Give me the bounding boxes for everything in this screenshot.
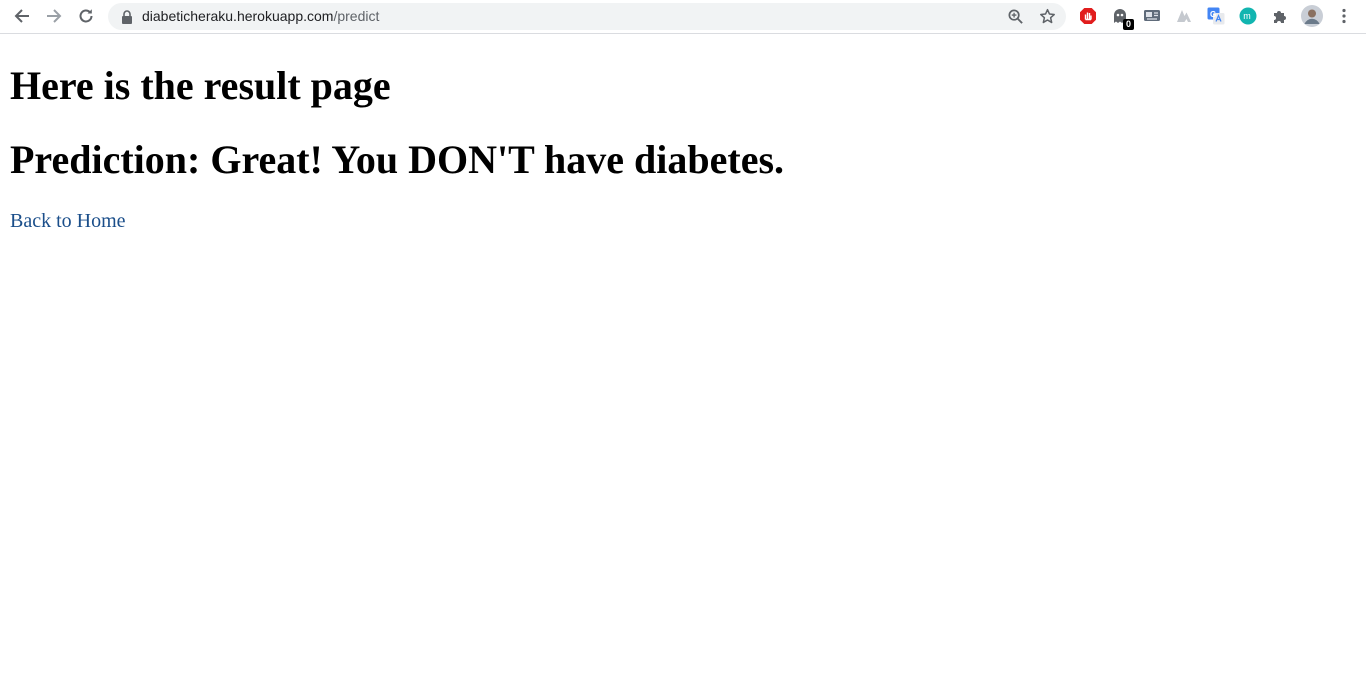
ghostery-extension[interactable]: 0 bbox=[1111, 7, 1134, 30]
google-translate-icon: G bbox=[1207, 7, 1225, 25]
url-path: /predict bbox=[333, 8, 380, 24]
adblock-icon bbox=[1080, 8, 1096, 24]
menu-button[interactable] bbox=[1335, 7, 1353, 25]
ghostery-badge: 0 bbox=[1123, 19, 1134, 30]
profile-button[interactable] bbox=[1301, 5, 1323, 27]
star-icon bbox=[1040, 8, 1055, 24]
id-card-extension[interactable] bbox=[1143, 7, 1161, 25]
back-button[interactable] bbox=[6, 0, 38, 32]
profile-avatar bbox=[1301, 5, 1323, 27]
svg-text:G: G bbox=[1210, 10, 1216, 19]
zoom-icon bbox=[1008, 9, 1023, 24]
adblock-extension[interactable] bbox=[1079, 7, 1097, 25]
url-text: diabeticheraku.herokuapp.com/predict bbox=[142, 8, 379, 25]
reload-button[interactable] bbox=[70, 0, 102, 32]
forward-button[interactable] bbox=[38, 0, 70, 32]
reload-icon bbox=[79, 9, 93, 23]
prediction-result: Prediction: Great! You DON'T have diabet… bbox=[10, 137, 785, 182]
lock-icon bbox=[122, 10, 132, 24]
translate-extension[interactable]: G bbox=[1207, 7, 1225, 25]
back-to-home-link[interactable]: Back to Home bbox=[10, 209, 126, 233]
id-card-extension-icon bbox=[1144, 10, 1160, 21]
svg-text:m: m bbox=[1243, 11, 1251, 21]
address-bar[interactable]: diabeticheraku.herokuapp.com/predict bbox=[108, 3, 1066, 30]
zoom-button[interactable] bbox=[1006, 7, 1025, 26]
bookmark-button[interactable] bbox=[1038, 7, 1057, 26]
extensions-button[interactable] bbox=[1271, 7, 1289, 25]
triangle-extension-icon bbox=[1177, 10, 1191, 22]
arrow-left-icon bbox=[14, 9, 29, 23]
m-extension[interactable]: m bbox=[1239, 7, 1257, 25]
arrow-right-icon bbox=[47, 9, 62, 23]
puzzle-icon bbox=[1274, 11, 1286, 23]
m-extension-icon: m bbox=[1239, 7, 1257, 25]
page-heading: Here is the result page bbox=[10, 63, 391, 108]
url-host: diabeticheraku.herokuapp.com bbox=[142, 8, 334, 24]
browser-toolbar: diabeticheraku.herokuapp.com/predict 0 G… bbox=[0, 0, 1366, 34]
kebab-menu-icon bbox=[1342, 8, 1346, 24]
triangle-extension[interactable] bbox=[1175, 7, 1193, 25]
